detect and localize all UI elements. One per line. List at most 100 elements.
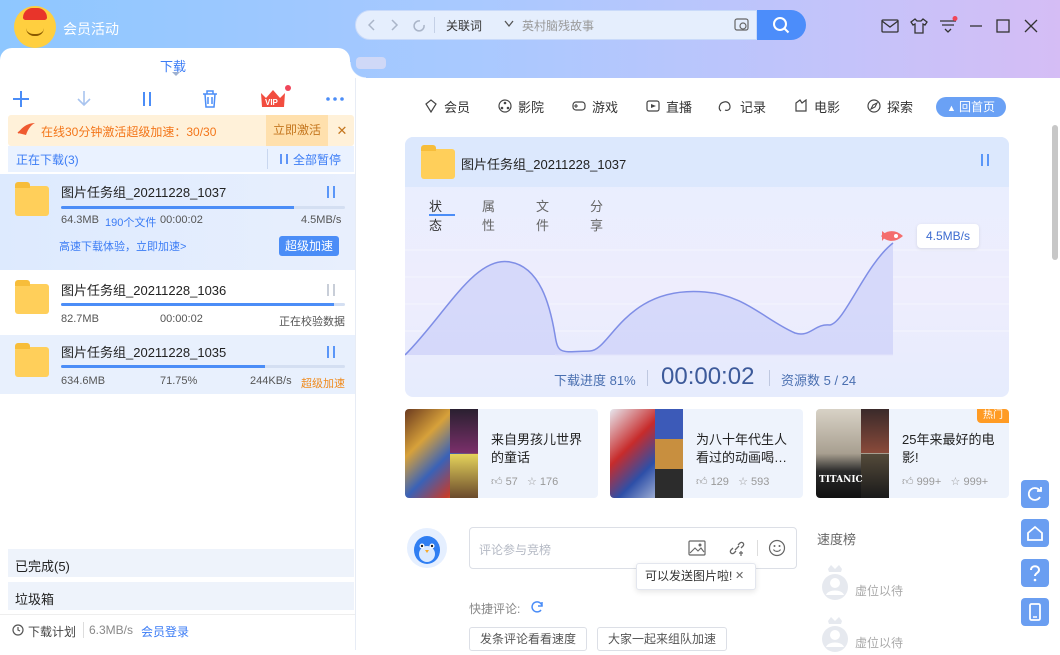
nav-history[interactable]: 记录 xyxy=(740,97,766,116)
video-title[interactable]: 来自男孩儿世界的童话 xyxy=(491,431,591,467)
task-name: 图片任务组_20211228_1037 xyxy=(61,185,227,200)
back-forward-refresh-icons[interactable] xyxy=(368,18,428,32)
like-icon: 👍︎ xyxy=(902,476,914,488)
pause-icon[interactable] xyxy=(136,88,158,110)
video-poster[interactable] xyxy=(405,409,478,498)
link-icon[interactable] xyxy=(728,539,746,557)
vip-icon[interactable]: VIP xyxy=(258,84,292,110)
member-icon xyxy=(425,99,437,113)
star-icon: ☆ xyxy=(950,476,961,488)
video-card[interactable]: 为八十年代生人看过的动画喝… 👍︎ 129 ☆ 593 xyxy=(610,409,803,498)
quick-comment-button[interactable]: 大家一起来组队加速 xyxy=(597,627,727,651)
completed-label[interactable]: 已完成(5) xyxy=(15,556,70,575)
home-button[interactable]: ▲ 回首页 xyxy=(936,97,1006,117)
activate-button[interactable]: 立即激活 xyxy=(266,115,328,146)
search-icon xyxy=(773,17,790,34)
maximize-icon[interactable] xyxy=(993,16,1013,36)
side-mobile-button[interactable] xyxy=(1021,598,1049,626)
minimize-icon[interactable] xyxy=(966,16,986,36)
completed-section[interactable]: 已完成(5) xyxy=(8,549,354,577)
video-card[interactable]: 来自男孩儿世界的童话 👍︎ 57 ☆ 176 xyxy=(405,409,598,498)
side-refresh-button[interactable] xyxy=(1021,480,1049,508)
current-speed-label: 4.5MB/s xyxy=(917,224,979,248)
star-count: 999+ xyxy=(963,476,989,488)
window-title[interactable]: 会员活动 xyxy=(63,19,119,39)
task-progress xyxy=(61,206,345,209)
more-icon[interactable] xyxy=(324,88,346,110)
nav-games[interactable]: 游戏 xyxy=(592,97,618,116)
trash-section[interactable]: 垃圾箱 xyxy=(8,582,354,610)
clock-icon xyxy=(12,624,24,636)
folder-icon xyxy=(15,182,49,216)
promo-close-button[interactable]: ✕ xyxy=(330,115,354,146)
close-icon[interactable] xyxy=(1021,16,1041,36)
boost-link[interactable]: 高速下载体验，立即加速> xyxy=(59,238,186,254)
pause-all-icon[interactable] xyxy=(279,153,289,165)
rank-item: 虚位以待 xyxy=(820,563,940,603)
nav-member[interactable]: 会员 xyxy=(444,97,470,116)
poster-title-art: TITANIC xyxy=(819,475,863,485)
refresh-icon[interactable] xyxy=(530,600,544,614)
skin-shirt-icon[interactable] xyxy=(909,16,929,36)
search-button[interactable] xyxy=(757,10,806,40)
divider xyxy=(434,17,435,33)
video-title[interactable]: 为八十年代生人看过的动画喝… xyxy=(696,431,796,467)
member-login-link[interactable]: 会员登录 xyxy=(141,623,189,640)
pause-icon[interactable] xyxy=(325,346,337,358)
downloading-label[interactable]: 正在下载(3) xyxy=(16,151,79,168)
elapsed-time: 00:00:02 xyxy=(661,363,755,390)
nav-movies[interactable]: 电影 xyxy=(814,97,840,116)
folder-icon xyxy=(15,343,49,377)
super-boost-button[interactable]: 超级加速 xyxy=(279,236,339,256)
scrollbar[interactable] xyxy=(1052,125,1058,260)
message-icon[interactable] xyxy=(880,16,900,36)
video-title[interactable]: 25年来最好的电影! xyxy=(902,431,1002,467)
video-poster[interactable] xyxy=(610,409,683,498)
divider xyxy=(83,622,84,638)
video-stats: 👍︎ 129 ☆ 593 xyxy=(696,475,769,488)
search-box[interactable]: 关联词 英村脑残故事 xyxy=(355,10,757,40)
trash-label[interactable]: 垃圾箱 xyxy=(15,589,54,608)
pause-icon[interactable] xyxy=(979,154,991,166)
quick-comment-button[interactable]: 发条评论看看速度 xyxy=(469,627,587,651)
rank-item: 虚位以待 xyxy=(820,615,940,655)
rank-placeholder: 虚位以待 xyxy=(855,636,904,650)
new-tab-button[interactable] xyxy=(356,57,386,69)
task-progress xyxy=(61,365,345,368)
pause-all-button[interactable]: 全部暂停 xyxy=(293,151,341,168)
nav-live[interactable]: 直播 xyxy=(666,97,692,116)
menu-dropdown-icon[interactable] xyxy=(938,16,958,36)
pause-icon[interactable] xyxy=(325,186,337,198)
nav-explore[interactable]: 探索 xyxy=(887,97,913,116)
screenshot-search-icon[interactable] xyxy=(734,17,750,33)
comment-placeholder: 评论参与竞榜 xyxy=(479,543,552,557)
task-status: 正在校验数据 xyxy=(279,316,345,328)
video-stats: 👍︎ 57 ☆ 176 xyxy=(491,475,558,488)
pause-icon[interactable] xyxy=(325,284,337,296)
super-boost-link[interactable]: 超级加速 xyxy=(301,375,345,391)
tooltip: 可以发送图片啦! ✕ xyxy=(636,563,756,590)
chevron-down-icon[interactable] xyxy=(504,20,514,28)
side-home-button[interactable] xyxy=(1021,519,1049,547)
like-count: 57 xyxy=(505,476,518,488)
download-icon[interactable] xyxy=(73,88,95,110)
crown-avatar-icon xyxy=(822,565,848,600)
avatar[interactable] xyxy=(407,528,447,568)
search-scope[interactable]: 关联词 xyxy=(446,17,482,34)
side-help-button[interactable] xyxy=(1021,559,1049,587)
search-input[interactable]: 英村脑残故事 xyxy=(522,17,594,34)
like-icon: 👍︎ xyxy=(491,476,503,488)
emoji-icon[interactable] xyxy=(768,539,786,557)
add-task-icon[interactable] xyxy=(10,88,32,110)
tooltip-close-button[interactable]: ✕ xyxy=(735,564,744,589)
delete-icon[interactable] xyxy=(199,88,221,110)
task-size: 82.7MB xyxy=(61,313,99,325)
video-poster[interactable]: TITANIC xyxy=(816,409,889,498)
live-icon xyxy=(646,100,660,112)
task-size: 64.3MB xyxy=(61,214,99,226)
task-files-link[interactable]: 190个文件 xyxy=(105,214,156,230)
nav-cinema[interactable]: 影院 xyxy=(518,97,544,116)
image-icon[interactable] xyxy=(688,540,706,556)
download-plan-link[interactable]: 下载计划 xyxy=(28,623,76,640)
mascot-logo-icon[interactable] xyxy=(14,6,56,48)
